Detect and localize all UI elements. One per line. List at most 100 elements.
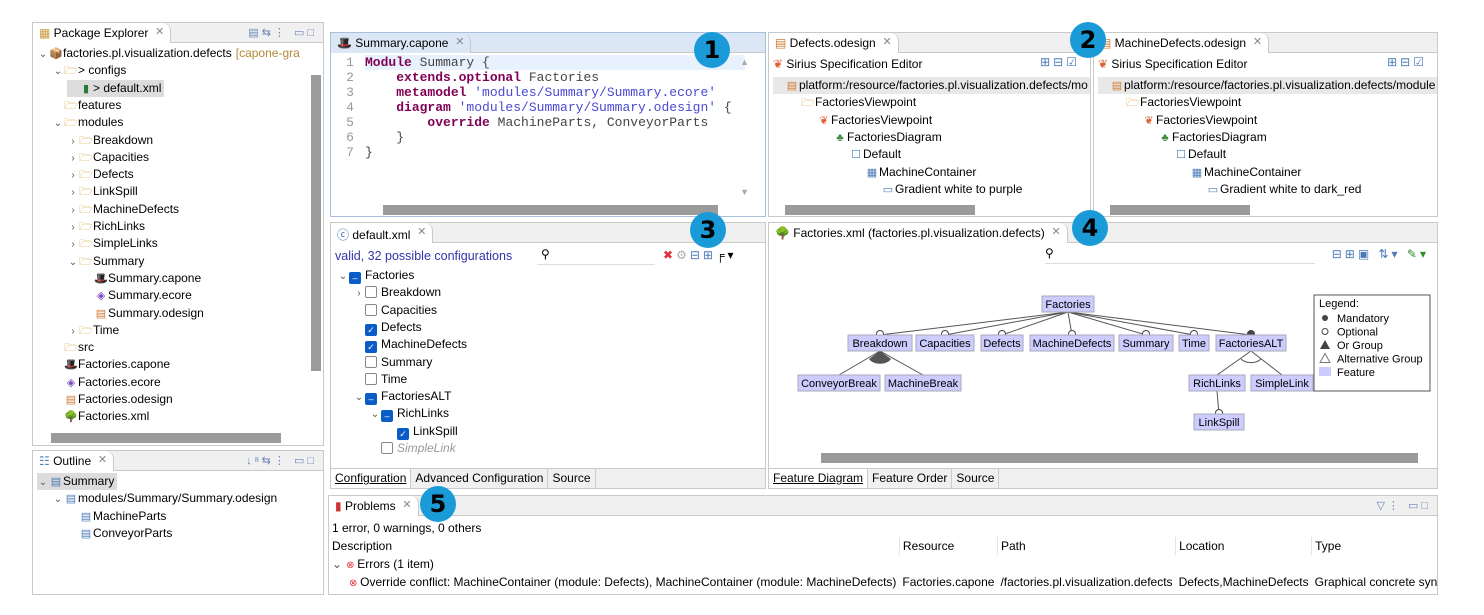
tree-item[interactable]: ☐ Default: [1162, 146, 1226, 163]
tree-item[interactable]: ⌄ ▤ Summary: [37, 473, 118, 491]
expanded-chevron-icon[interactable]: ⌄: [337, 268, 349, 285]
feature-node[interactable]: RichLinks: [1188, 374, 1246, 392]
config-search-input[interactable]: ⚲: [537, 247, 655, 265]
diagram-search-input[interactable]: ⚲: [1045, 246, 1315, 264]
tree-item[interactable]: › 🗁Breakdown: [67, 132, 153, 149]
tree-item[interactable]: ❦ FactoriesViewpoint: [805, 112, 932, 129]
column-header[interactable]: Resource: [899, 537, 998, 555]
expanded-chevron-icon[interactable]: ⌄: [369, 406, 381, 423]
error-group-row[interactable]: ⌄ ⊗ Errors (1 item): [329, 555, 1437, 573]
expanded-chevron-icon[interactable]: ⌄: [353, 389, 365, 406]
tab-outline[interactable]: ☷ Outline ✕: [33, 451, 115, 471]
feature-checkbox[interactable]: ✓: [397, 427, 409, 440]
tree-item[interactable]: ▤ platform:/resource/factories.pl.visuali…: [1098, 77, 1437, 94]
tree-item[interactable]: › 🗁LinkSpill: [67, 183, 137, 201]
config-toolbar[interactable]: ✖⚙⊟⊞╒▾: [663, 248, 736, 262]
collapsed-chevron-icon[interactable]: ›: [67, 184, 79, 201]
collapsed-chevron-icon[interactable]: ›: [67, 219, 79, 236]
expanded-chevron-icon[interactable]: ⌄: [52, 491, 64, 508]
horizontal-scrollbar[interactable]: [1110, 205, 1250, 215]
column-header[interactable]: Location: [1175, 537, 1313, 555]
tree-item[interactable]: ▤ Factories.odesign: [52, 391, 173, 408]
tree-item[interactable]: ▮ > default.xml: [67, 79, 165, 97]
collapsed-chevron-icon[interactable]: ›: [67, 133, 79, 150]
horizontal-scrollbar[interactable]: [785, 205, 975, 215]
tree-item[interactable]: ⌄ 🗁Summary: [67, 253, 145, 271]
vertical-scrollbar[interactable]: [311, 75, 321, 371]
feature-node[interactable]: Time: [1178, 334, 1210, 352]
close-icon[interactable]: ✕: [883, 35, 892, 48]
tree-item[interactable]: ✓ MachineDefects: [353, 336, 467, 354]
scroll-up-icon[interactable]: ▲: [740, 57, 749, 67]
tree-item[interactable]: › 🗁Capacities: [67, 149, 149, 166]
tree-item[interactable]: 🎩Summary.capone: [82, 270, 201, 287]
collapsed-chevron-icon[interactable]: ›: [67, 323, 79, 340]
tab-problems[interactable]: ▮ Problems ✕: [329, 496, 419, 516]
tree-item[interactable]: ⌄ 🗁modules: [52, 114, 124, 132]
tab-summary-capone[interactable]: 🎩 Summary.capone ✕: [331, 33, 472, 53]
tree-item[interactable]: 🗁src: [52, 339, 94, 356]
tree-item[interactable]: ❦ FactoriesViewpoint: [1130, 112, 1257, 129]
collapsed-chevron-icon[interactable]: ›: [353, 285, 365, 302]
bottom-tab[interactable]: Source: [548, 469, 596, 488]
tree-item[interactable]: ⌄ 📦factories.pl.visualization.defects [cap…: [37, 45, 300, 62]
tree-item[interactable]: › 🗁SimpleLinks: [67, 235, 157, 253]
horizontal-scrollbar[interactable]: [51, 433, 281, 443]
column-header[interactable]: Description: [329, 537, 900, 555]
tree-item[interactable]: 🗁FactoriesViewpoint: [789, 94, 916, 111]
feature-node[interactable]: Capacities: [915, 334, 975, 352]
diagram-toolbar[interactable]: ⊟⊞▣ ⇅▾ ✎▾: [1332, 247, 1429, 261]
expanded-chevron-icon[interactable]: ⌄: [37, 474, 49, 491]
feature-diagram[interactable]: Factories Breakdown Capacities Defects Machi…: [769, 267, 1437, 467]
close-icon[interactable]: ✕: [417, 225, 426, 238]
tree-item[interactable]: ♣ FactoriesDiagram: [1146, 129, 1266, 146]
tree-item[interactable]: ♣ FactoriesDiagram: [821, 129, 941, 146]
feature-node[interactable]: Summary: [1118, 334, 1174, 352]
bottom-tab[interactable]: Source: [952, 469, 1000, 488]
tab-package-explorer[interactable]: ▦ Package Explorer ✕: [33, 23, 172, 43]
feature-checkbox[interactable]: [365, 372, 377, 385]
tree-item[interactable]: ⌄ – Factories: [337, 267, 414, 284]
tree-item[interactable]: › 🗁Defects: [67, 166, 133, 183]
bottom-tab[interactable]: Advanced Configuration: [411, 469, 549, 488]
view-toolbar-icons[interactable]: ▤⇆⋮ ▭□: [248, 26, 317, 39]
tree-item[interactable]: ▤ ConveyorParts: [67, 525, 173, 542]
feature-checkbox[interactable]: [365, 355, 377, 368]
collapsed-chevron-icon[interactable]: ›: [67, 202, 79, 219]
close-icon[interactable]: ✕: [1253, 35, 1262, 48]
bottom-tab[interactable]: Configuration: [331, 469, 412, 488]
tab-odesign_left[interactable]: ▤ Defects.odesign ✕: [769, 33, 899, 53]
editor-toolbar[interactable]: ⊞⊟☑: [1040, 55, 1080, 69]
column-header[interactable]: Type: [1311, 537, 1437, 555]
column-header[interactable]: Path: [997, 537, 1177, 555]
collapsed-chevron-icon[interactable]: ›: [67, 150, 79, 167]
tab-default-xml[interactable]: ⓒ default.xml ✕: [331, 223, 434, 243]
feature-node[interactable]: Breakdown: [847, 334, 913, 352]
tree-item[interactable]: ☐ Default: [837, 146, 901, 163]
expanded-chevron-icon[interactable]: ⌄: [37, 46, 49, 63]
tree-item[interactable]: › 🗁Time: [67, 322, 119, 339]
close-icon[interactable]: ✕: [455, 35, 464, 48]
tree-item[interactable]: › 🗁MachineDefects: [67, 201, 179, 218]
expanded-chevron-icon[interactable]: ⌄: [67, 254, 79, 271]
tree-item[interactable]: ✓ Defects: [353, 319, 422, 336]
feature-node[interactable]: MachineBreak: [884, 374, 962, 392]
tree-item[interactable]: 🎩Factories.capone: [52, 356, 170, 373]
bottom-tab[interactable]: Feature Diagram: [769, 469, 869, 488]
editor-toolbar[interactable]: ⊞⊟☑: [1387, 55, 1427, 69]
expanded-chevron-icon[interactable]: ⌄: [52, 115, 64, 132]
feature-node[interactable]: ConveyorBreak: [797, 374, 881, 392]
tree-item[interactable]: ⌄ – RichLinks: [369, 405, 449, 423]
feature-node[interactable]: Defects: [980, 334, 1024, 352]
tree-item[interactable]: ▦ MachineContainer: [853, 164, 977, 181]
tree-item[interactable]: ⌄ 🗁> configs: [52, 62, 127, 79]
tree-item[interactable]: 🗁features: [52, 97, 121, 114]
tab-factories-xml[interactable]: 🌳 Factories.xml (factories.pl.visualizat…: [769, 223, 1068, 243]
tree-item[interactable]: ▦ MachineContainer: [1178, 164, 1302, 181]
code-area[interactable]: 1 Module Summary {2 extends.optional Fact…: [335, 55, 745, 203]
tree-item[interactable]: 🌳Factories.xml: [52, 408, 149, 425]
bottom-tab[interactable]: Feature Order: [868, 469, 953, 488]
feature-node[interactable]: SimpleLink: [1250, 374, 1314, 392]
collapsed-chevron-icon[interactable]: ›: [67, 236, 79, 253]
tree-item[interactable]: Time: [353, 371, 407, 388]
